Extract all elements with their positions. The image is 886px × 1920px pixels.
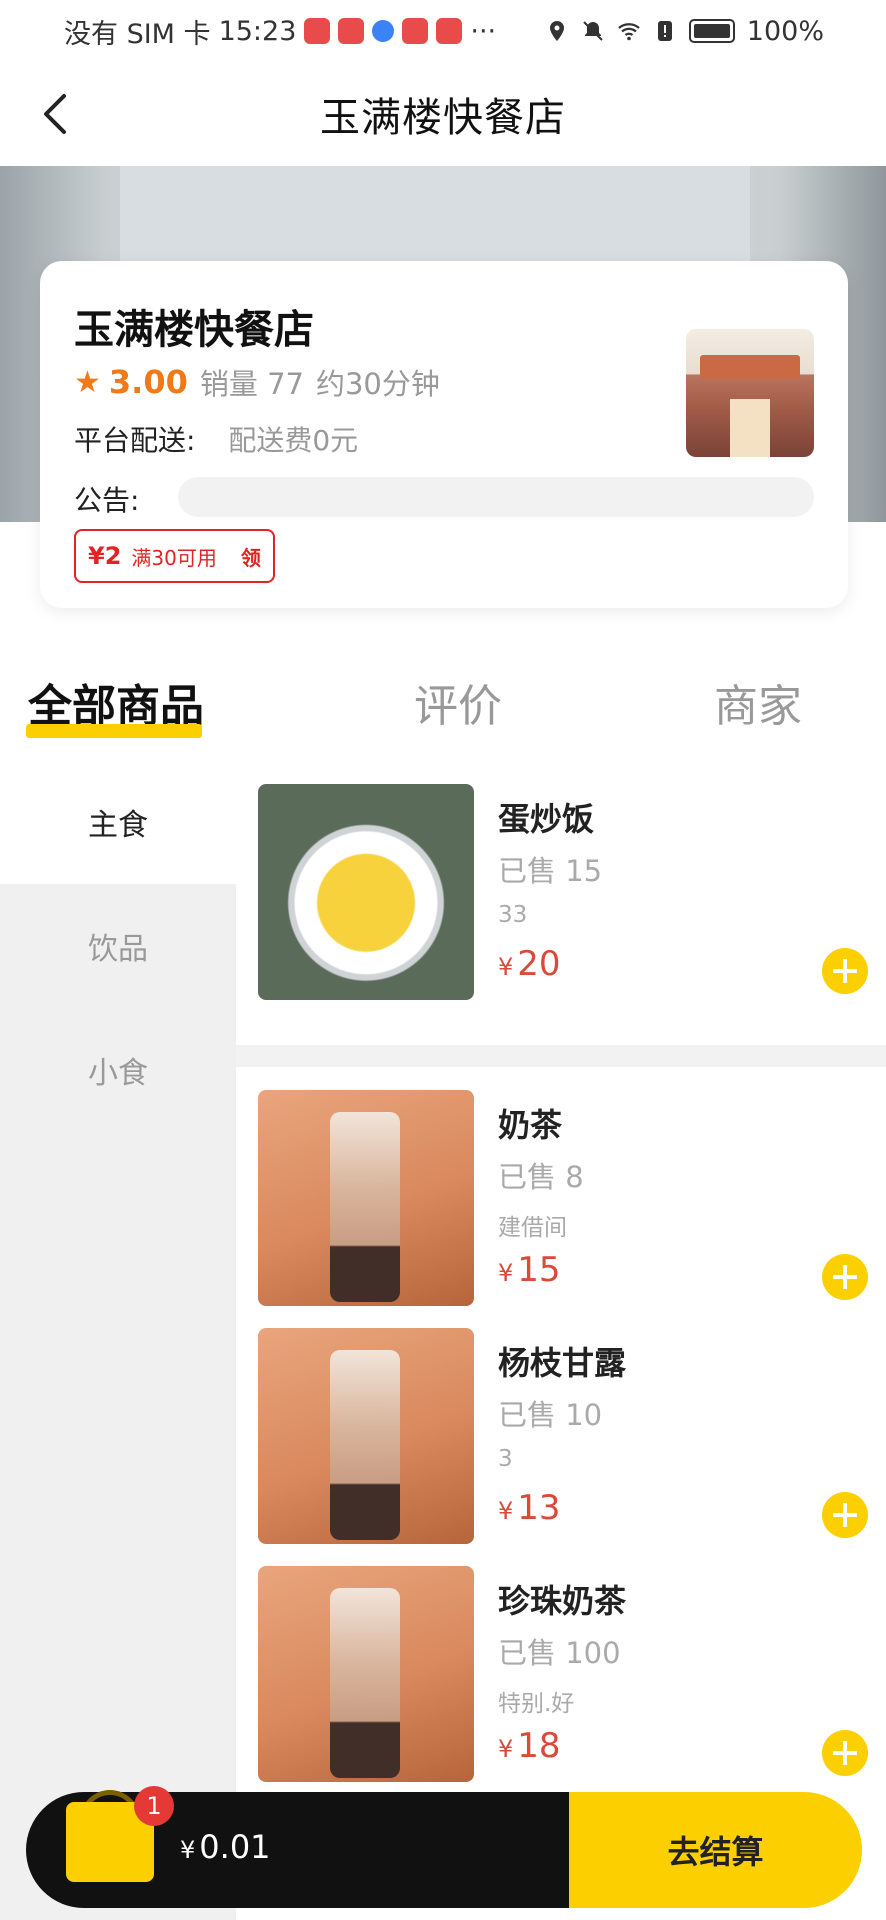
notification-app-icon (436, 18, 463, 44)
section-divider (236, 1045, 886, 1067)
storefront-sign (700, 355, 800, 379)
drink-glass (330, 1350, 400, 1540)
price-value: 18 (517, 1726, 561, 1766)
product-price: ¥20 (498, 944, 561, 984)
drink-glass (330, 1588, 400, 1778)
storefront-door (730, 399, 770, 457)
notice-content (178, 477, 814, 517)
product-item[interactable]: 蛋炒饭 已售 15 33 ¥20 (258, 784, 868, 1004)
delivery-info: 平台配送: 配送费0元 (74, 419, 358, 459)
add-to-cart-button[interactable] (822, 1492, 868, 1538)
status-bar: 没有 SIM 卡 15:23 ··· 100% (0, 0, 886, 62)
category-drinks[interactable]: 饮品 (0, 884, 236, 1008)
coupon-claim: 领 (240, 545, 261, 570)
banner-detail (120, 166, 750, 266)
currency-symbol: ¥ (180, 1836, 196, 1864)
notification-browser-icon (372, 20, 395, 42)
product-desc: 33 (498, 902, 528, 928)
product-desc: 特别.好 (498, 1691, 575, 1717)
product-desc: 3 (498, 1446, 513, 1472)
currency-symbol: ¥ (498, 1259, 514, 1287)
alert-icon (657, 21, 672, 41)
cart-count-badge: 1 (134, 1786, 174, 1826)
price-value: 15 (517, 1250, 561, 1290)
product-sold: 已售 10 (498, 1398, 603, 1432)
shop-name: 玉满楼快餐店 (74, 307, 314, 353)
delivery-fee: 配送费0元 (228, 424, 359, 457)
delivery-label: 平台配送: (74, 424, 196, 457)
page-title: 玉满楼快餐店 (320, 95, 566, 141)
price-value: 20 (517, 944, 561, 984)
product-item[interactable]: 杨枝甘露 已售 10 3 ¥13 (258, 1328, 868, 1548)
status-right: 100% (545, 16, 824, 47)
carrier-text: 没有 SIM 卡 (64, 18, 211, 50)
product-name: 蛋炒饭 (498, 800, 595, 838)
currency-symbol: ¥ (498, 1497, 514, 1525)
price-value: 13 (517, 1488, 561, 1528)
mute-bell-icon (583, 21, 603, 41)
product-price: ¥18 (498, 1726, 561, 1766)
status-left: 没有 SIM 卡 15:23 ··· (64, 12, 496, 51)
wifi-icon (618, 23, 640, 41)
product-image (258, 1566, 474, 1782)
product-sold: 已售 100 (498, 1636, 621, 1670)
clock-text: 15:23 (218, 15, 297, 47)
shop-info-card: 玉满楼快餐店 ★ 3.00 销量 77 约30分钟 平台配送: 配送费0元 公告… (40, 261, 848, 608)
title-bar: 玉满楼快餐店 (0, 62, 886, 166)
checkout-button[interactable]: 去结算 (569, 1792, 862, 1908)
product-price: ¥15 (498, 1250, 561, 1290)
product-price: ¥13 (498, 1488, 561, 1528)
product-name: 杨枝甘露 (498, 1344, 627, 1382)
notification-app-icon (402, 18, 429, 44)
coupon-amount: ¥2 (88, 542, 122, 570)
product-image (258, 1328, 474, 1544)
active-tab-indicator (26, 724, 202, 738)
currency-symbol: ¥ (498, 953, 514, 981)
product-name: 珍珠奶茶 (498, 1582, 627, 1620)
notification-app-icon (304, 18, 331, 44)
notification-app-icon (338, 18, 365, 44)
notice-label: 公告: (74, 484, 140, 517)
product-item[interactable]: 奶茶 已售 8 建借间 ¥15 (258, 1090, 868, 1310)
product-sold: 已售 8 (498, 1160, 584, 1194)
add-to-cart-button[interactable] (822, 1730, 868, 1776)
category-snacks[interactable]: 小食 (0, 1008, 236, 1132)
tab-bar: 全部商品 评价 商家 (0, 640, 886, 750)
add-to-cart-button[interactable] (822, 948, 868, 994)
category-sidebar: 主食 饮品 小食 (0, 760, 236, 1920)
product-sold: 已售 15 (498, 854, 603, 888)
back-arrow-icon[interactable] (34, 88, 84, 140)
currency-symbol: ¥ (498, 1735, 514, 1763)
coupon-button[interactable]: ¥2 满30可用 领 (74, 529, 275, 583)
shop-eta: 约30分钟 (315, 367, 440, 401)
product-image (258, 784, 474, 1000)
drink-glass (330, 1112, 400, 1302)
tab-merchant[interactable]: 商家 (714, 670, 802, 734)
product-list: 蛋炒饭 已售 15 33 ¥20 奶茶 已售 8 建借间 ¥15 杨枝甘露 已售… (236, 760, 886, 1920)
shop-meta: ★ 3.00 销量 77 约30分钟 (74, 361, 440, 403)
shop-storefront-image (686, 329, 814, 457)
product-item[interactable]: 珍珠奶茶 已售 100 特别.好 ¥18 (258, 1566, 868, 1786)
product-image (258, 1090, 474, 1306)
more-notifications-text: ··· (470, 15, 497, 47)
category-staple[interactable]: 主食 (0, 760, 236, 884)
product-desc: 建借间 (498, 1215, 567, 1241)
add-to-cart-button[interactable] (822, 1254, 868, 1300)
battery-icon (688, 19, 735, 43)
product-name: 奶茶 (498, 1106, 563, 1144)
tab-reviews[interactable]: 评价 (414, 670, 502, 734)
shop-rating: 3.00 (108, 363, 188, 401)
location-icon (549, 21, 564, 41)
battery-percent: 100% (746, 15, 824, 47)
star-icon: ★ (74, 364, 101, 400)
cart-total: ¥0.01 (180, 1828, 271, 1866)
coupon-condition: 满30可用 (131, 545, 217, 570)
shop-sales: 销量 77 (199, 367, 304, 401)
cart-total-value: 0.01 (199, 1828, 271, 1866)
